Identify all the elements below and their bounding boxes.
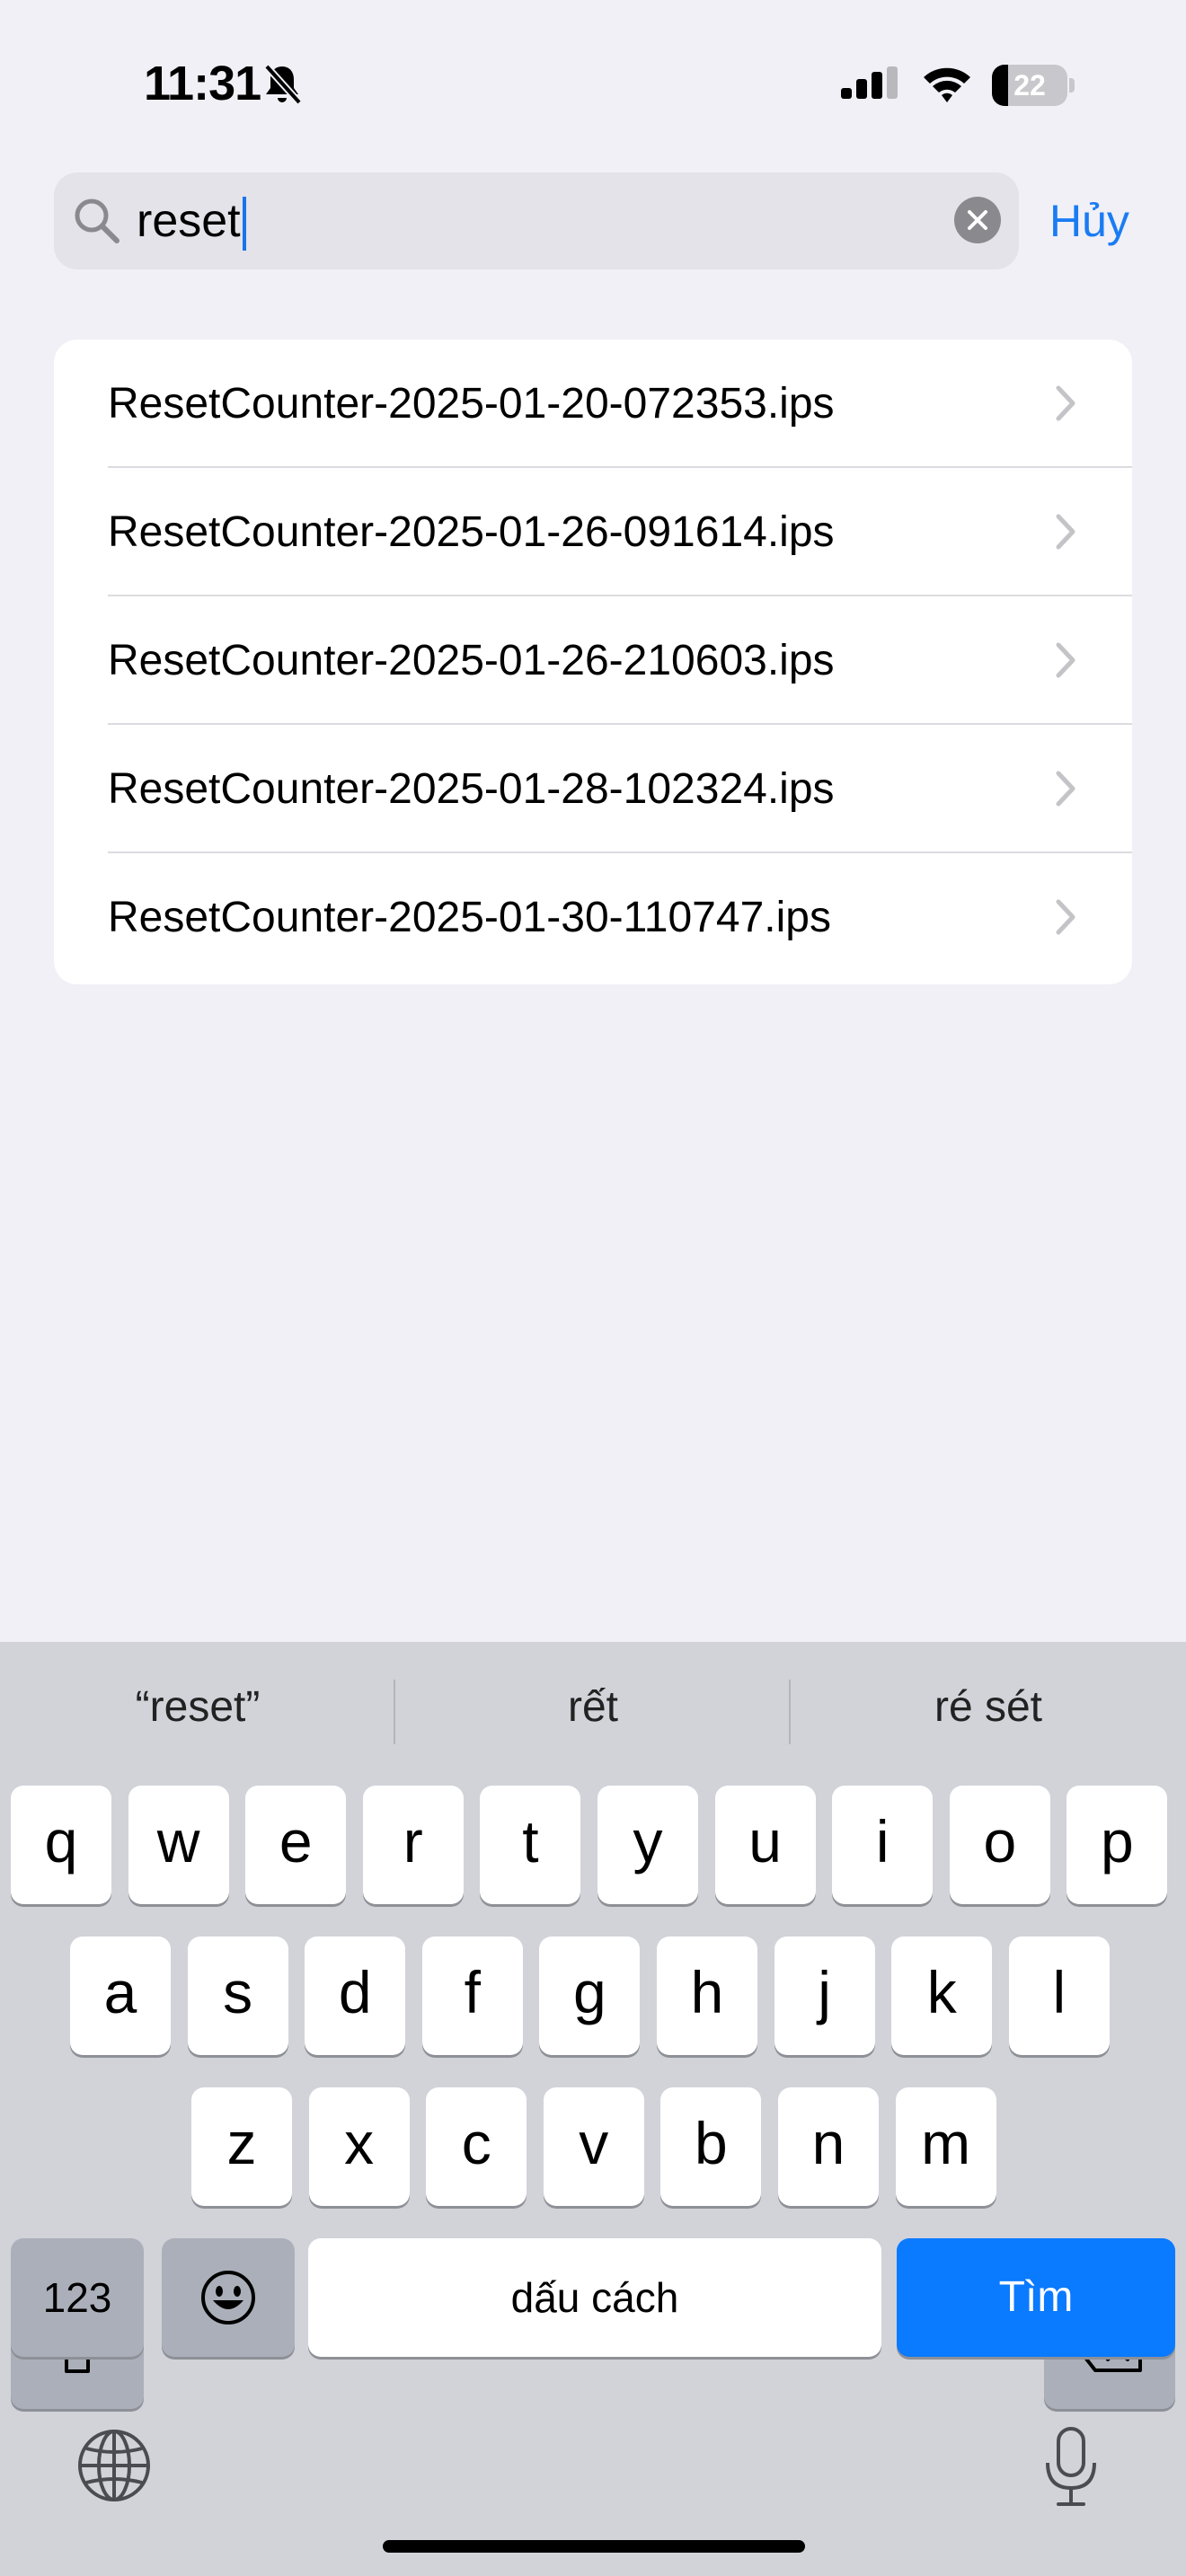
results-list: ResetCounter-2025-01-20-072353.ips Reset… — [54, 340, 1132, 984]
file-name: ResetCounter-2025-01-30-110747.ips — [108, 894, 831, 941]
key-o[interactable]: o — [949, 1786, 1050, 1904]
key-e[interactable]: e — [245, 1786, 347, 1904]
keyboard: “reset” rết ré sét qwertyuiop asdfghjkl … — [0, 1642, 1186, 2576]
emoji-key[interactable] — [162, 2238, 295, 2357]
chevron-right-icon — [1056, 899, 1075, 935]
battery-indicator: 22 — [992, 65, 1075, 106]
key-r[interactable]: r — [362, 1786, 464, 1904]
key-f[interactable]: f — [421, 1936, 523, 2055]
chevron-right-icon — [1056, 514, 1075, 550]
key-i[interactable]: i — [832, 1786, 934, 1904]
key-x[interactable]: x — [308, 2087, 410, 2206]
battery-percent: 22 — [1013, 69, 1046, 101]
numbers-key[interactable]: 123 — [11, 2238, 144, 2357]
close-icon — [968, 210, 987, 230]
list-item[interactable]: ResetCounter-2025-01-28-102324.ips — [54, 725, 1132, 853]
suggestion-3[interactable]: ré sét — [791, 1676, 1186, 1739]
key-b[interactable]: b — [660, 2087, 762, 2206]
key-z[interactable]: z — [191, 2087, 292, 2206]
key-v[interactable]: v — [543, 2087, 644, 2206]
list-item[interactable]: ResetCounter-2025-01-20-072353.ips — [54, 340, 1132, 468]
emoji-icon — [201, 2271, 255, 2325]
bell-slash-icon — [264, 64, 302, 105]
clear-search-button[interactable] — [954, 197, 1001, 243]
key-l[interactable]: l — [1008, 1936, 1110, 2055]
cellular-signal-icon — [841, 66, 898, 99]
key-a[interactable]: a — [70, 1936, 171, 2055]
chevron-right-icon — [1056, 385, 1075, 421]
key-u[interactable]: u — [714, 1786, 816, 1904]
search-query: reset — [137, 195, 241, 247]
chevron-right-icon — [1056, 642, 1075, 678]
file-name: ResetCounter-2025-01-26-210603.ips — [108, 637, 835, 684]
list-item[interactable]: ResetCounter-2025-01-26-210603.ips — [54, 596, 1132, 725]
search-field[interactable]: reset — [54, 172, 1019, 269]
wifi-icon — [924, 67, 970, 102]
key-q[interactable]: q — [11, 1786, 111, 1904]
key-k[interactable]: k — [891, 1936, 993, 2055]
globe-icon[interactable] — [75, 2427, 153, 2504]
key-g[interactable]: g — [539, 1936, 641, 2055]
key-s[interactable]: s — [187, 1936, 288, 2055]
search-input[interactable]: reset — [137, 172, 246, 269]
key-h[interactable]: h — [657, 1936, 757, 2055]
suggestion-1[interactable]: “reset” — [0, 1676, 395, 1739]
list-item[interactable]: ResetCounter-2025-01-30-110747.ips — [54, 853, 1132, 982]
text-caret — [242, 197, 246, 251]
cancel-button[interactable]: Hủy — [1049, 190, 1129, 251]
key-m[interactable]: m — [895, 2087, 996, 2206]
key-j[interactable]: j — [774, 1936, 875, 2055]
chevron-right-icon — [1056, 771, 1075, 807]
search-key[interactable]: Tìm — [897, 2238, 1175, 2357]
key-d[interactable]: d — [305, 1936, 406, 2055]
list-item[interactable]: ResetCounter-2025-01-26-091614.ips — [54, 468, 1132, 596]
file-name: ResetCounter-2025-01-28-102324.ips — [108, 765, 835, 813]
home-indicator[interactable] — [383, 2540, 805, 2553]
suggestion-2[interactable]: rết — [395, 1676, 791, 1739]
status-time: 11:31 — [144, 57, 261, 110]
microphone-icon[interactable] — [1042, 2425, 1100, 2508]
search-icon — [75, 198, 119, 243]
key-c[interactable]: c — [426, 2087, 527, 2206]
space-key[interactable]: dấu cách — [308, 2238, 881, 2357]
key-t[interactable]: t — [480, 1786, 581, 1904]
key-n[interactable]: n — [778, 2087, 879, 2206]
file-name: ResetCounter-2025-01-26-091614.ips — [108, 508, 835, 556]
key-p[interactable]: p — [1067, 1786, 1168, 1904]
file-name: ResetCounter-2025-01-20-072353.ips — [108, 380, 835, 428]
key-w[interactable]: w — [128, 1786, 229, 1904]
key-y[interactable]: y — [597, 1786, 698, 1904]
